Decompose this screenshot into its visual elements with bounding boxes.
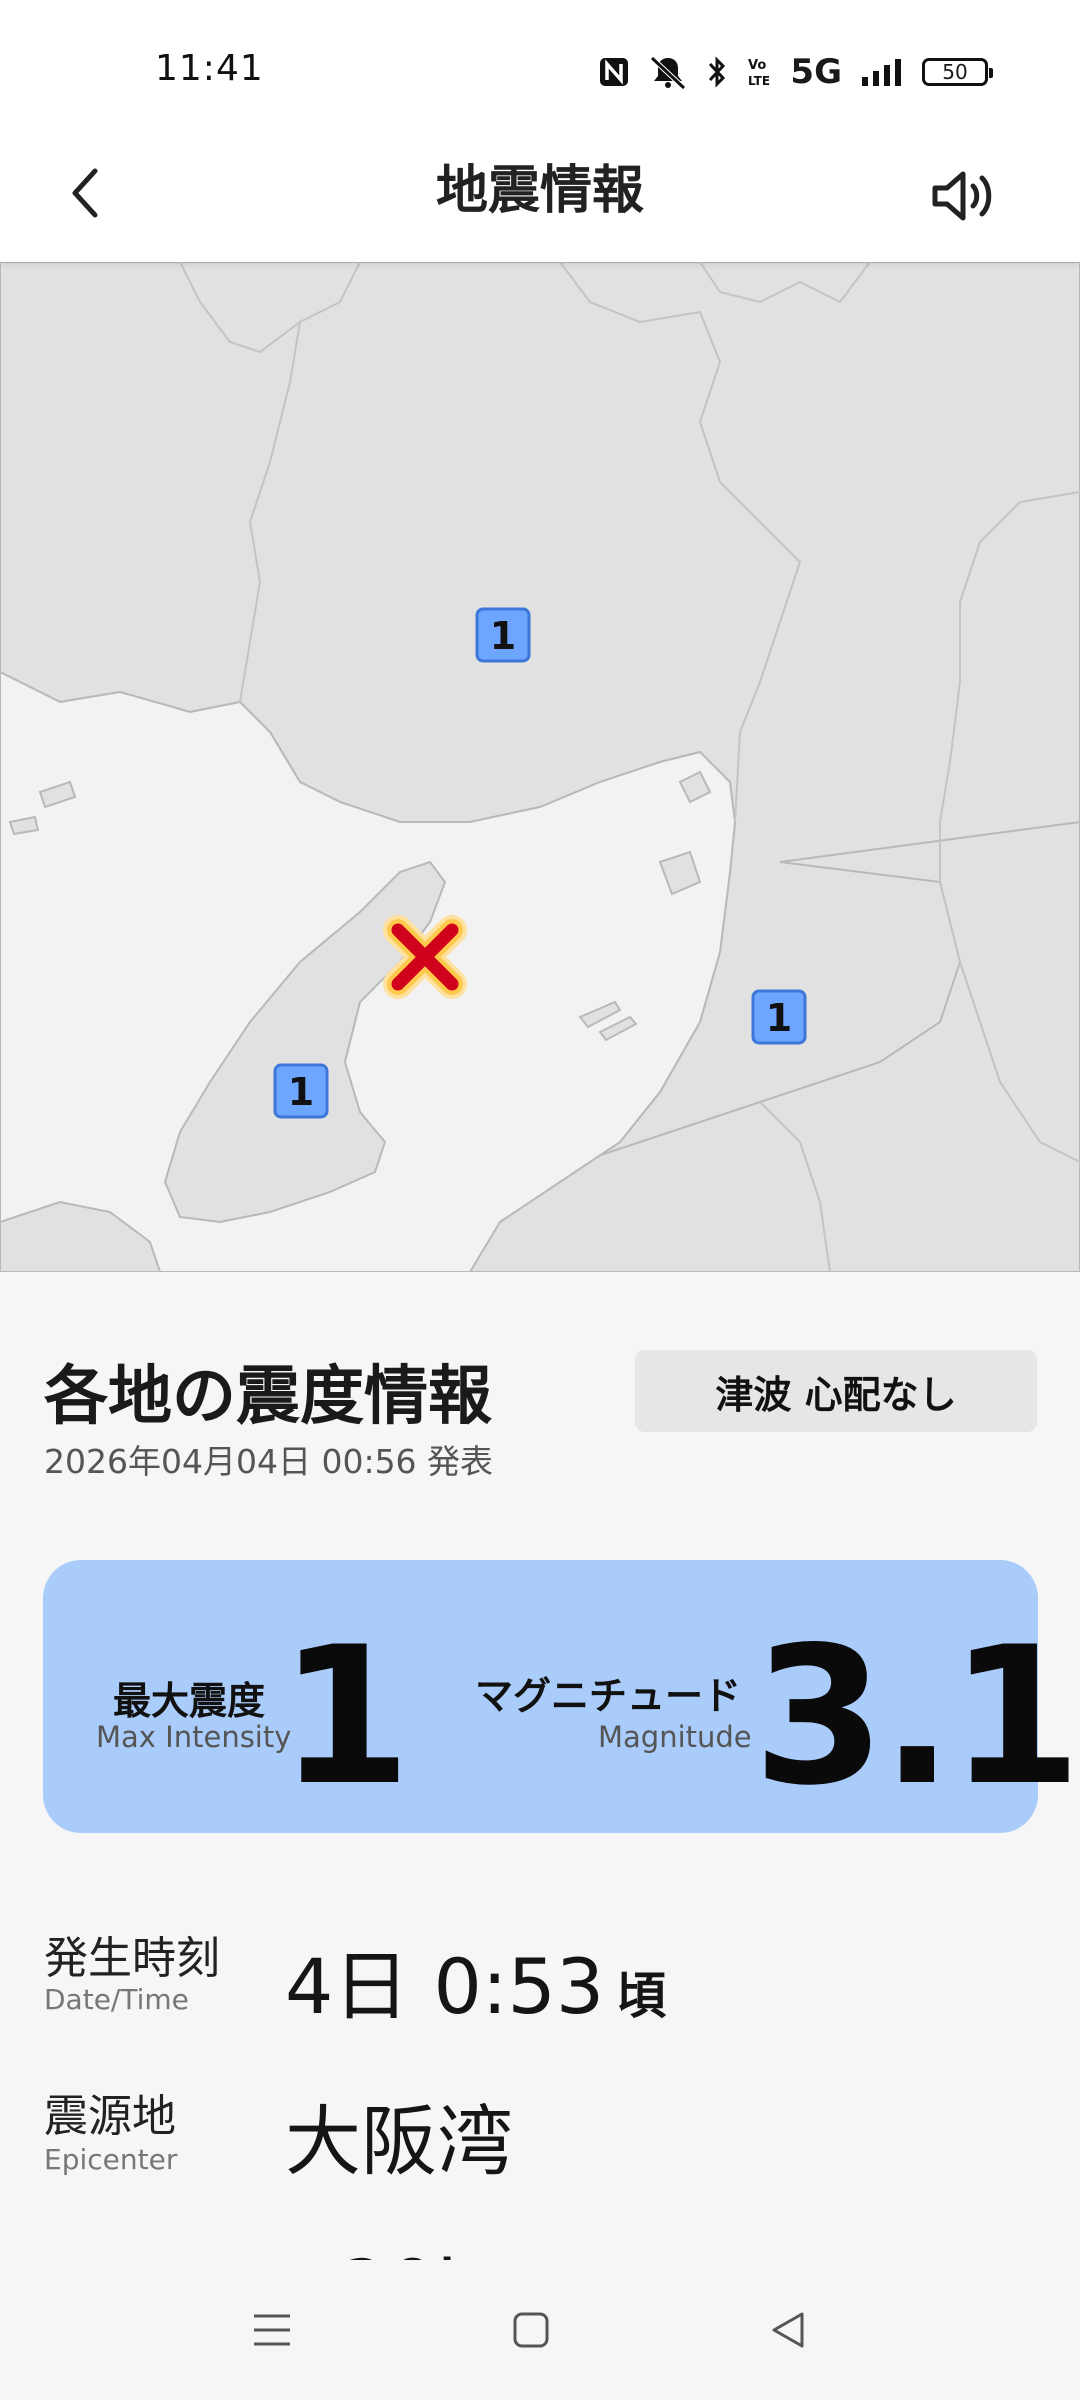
epicenter-value: 大阪湾 [285, 2097, 513, 2186]
epicenter-label-en: Epicenter [44, 2143, 178, 2176]
station-marker[interactable]: 1 [475, 607, 531, 663]
section-title: 各地の震度情報 [44, 1360, 492, 1434]
max-intensity-label-en: Max Intensity [96, 1720, 292, 1754]
speaker-icon [932, 171, 992, 221]
station-marker[interactable]: 1 [273, 1063, 329, 1119]
station-intensity: 1 [288, 1070, 314, 1114]
battery-icon: 50 [922, 58, 993, 86]
map-canvas: 1 1 1 [0, 262, 1080, 1272]
summary-card: 最大震度 Max Intensity 1 マグニチュード Magnitude 3… [43, 1560, 1080, 1833]
system-nav-bar [0, 2260, 1080, 2400]
station-intensity: 1 [766, 996, 792, 1040]
datetime-text: 4日 0:53 [285, 1942, 605, 2031]
issued-timestamp: 2026年04月04日 00:56 発表 [44, 1442, 494, 1481]
volte-icon: Vo LTE [746, 55, 772, 89]
nav-back-button[interactable] [758, 2305, 818, 2355]
nfc-icon [598, 56, 630, 88]
menu-icon [254, 2314, 290, 2346]
epicenter-label: 震源地 [44, 2091, 176, 2142]
svg-text:Vo: Vo [748, 58, 766, 73]
app-bar: 地震情報 [0, 130, 1080, 262]
back-triangle-icon [772, 2312, 804, 2348]
status-time: 11:41 [155, 48, 264, 89]
magnitude-label-en: Magnitude [598, 1720, 752, 1754]
network-type: 5G [790, 52, 842, 92]
sound-button[interactable] [922, 156, 1002, 236]
station-marker[interactable]: 1 [751, 989, 807, 1045]
magnitude-label: マグニチュード [475, 1674, 742, 1718]
status-icons: Vo LTE 5G 50 [598, 50, 993, 94]
earthquake-map[interactable]: 1 1 1 [0, 262, 1080, 1272]
tsunami-badge: 津波 心配なし [635, 1350, 1037, 1432]
datetime-label: 発生時刻 [44, 1933, 220, 1984]
signal-icon [860, 57, 904, 87]
datetime-suffix: 頃 [616, 1967, 667, 2025]
datetime-value: 4日 0:53 頃 [285, 1925, 666, 2035]
home-square-icon [513, 2312, 549, 2348]
status-bar: 11:41 Vo LTE 5G 50 [0, 0, 1080, 130]
station-intensity: 1 [490, 614, 516, 658]
svg-text:LTE: LTE [748, 74, 770, 88]
home-button[interactable] [501, 2305, 561, 2355]
menu-button[interactable] [242, 2305, 302, 2355]
bluetooth-icon [706, 55, 728, 89]
max-intensity-label: 最大震度 [113, 1679, 266, 1723]
magnitude-value: 3.1 [753, 1606, 1080, 1827]
page-title: 地震情報 [435, 161, 644, 221]
epicenter-x-icon [383, 915, 467, 999]
datetime-label-en: Date/Time [44, 1983, 189, 2016]
mute-bell-icon [648, 54, 688, 90]
max-intensity-value: 1 [279, 1606, 411, 1827]
